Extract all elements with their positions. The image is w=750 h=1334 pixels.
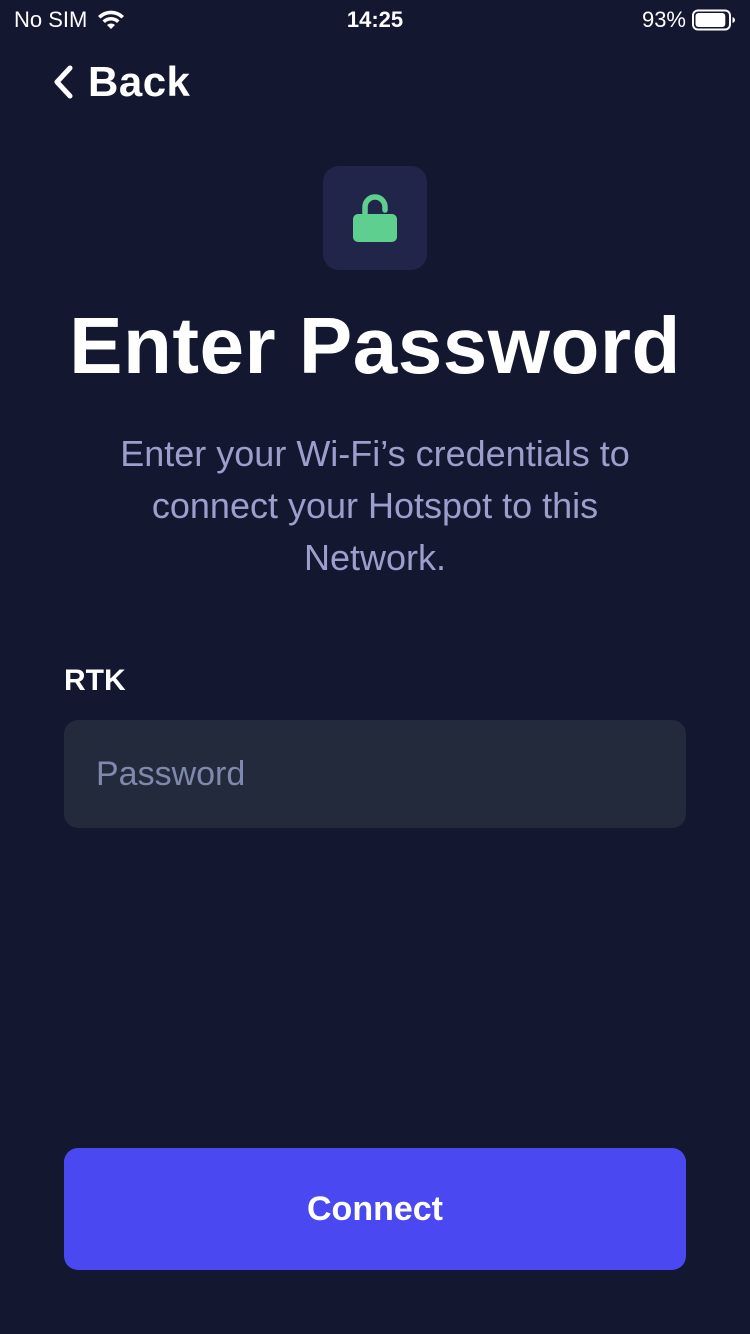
lock-tile	[323, 166, 427, 270]
status-time: 14:25	[346, 7, 404, 32]
battery-icon	[692, 9, 736, 31]
page-title: Enter Password	[69, 301, 681, 390]
back-label: Back	[88, 58, 191, 105]
battery-percent: 93%	[641, 7, 686, 32]
lock-open-icon	[351, 192, 399, 244]
page-subtitle: Enter your Wi-Fi’s credentials to connec…	[120, 433, 630, 578]
enter-password-screen: No SIM 14:25 93% Back Enter Password Ent…	[0, 0, 750, 1334]
back-button[interactable]: Back	[50, 58, 190, 106]
status-right: 93%	[642, 7, 736, 33]
network-name-label: RTK	[64, 664, 126, 697]
password-input[interactable]	[64, 720, 686, 828]
connect-button[interactable]: Connect	[64, 1148, 686, 1270]
status-bar: No SIM 14:25 93%	[0, 0, 750, 40]
chevron-left-icon	[50, 62, 76, 102]
